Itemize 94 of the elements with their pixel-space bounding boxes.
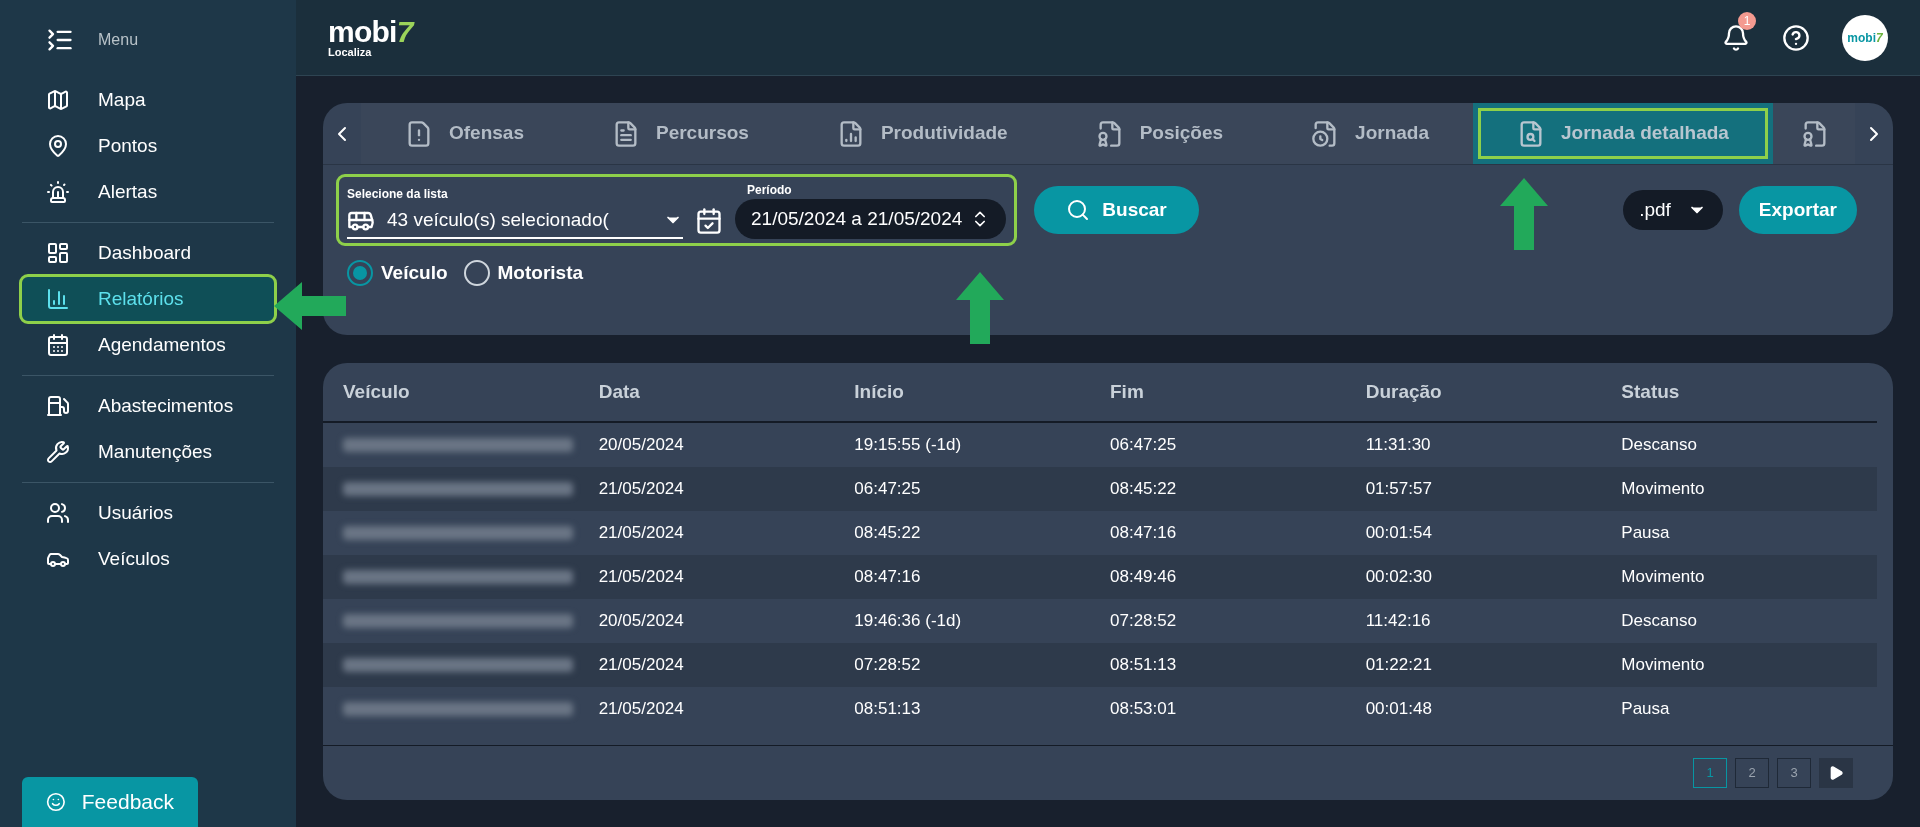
help-icon[interactable] bbox=[1782, 23, 1810, 52]
table-cell-text: 20/05/2024 bbox=[598, 610, 685, 633]
table-cell-text: 08:47:16 bbox=[1110, 522, 1178, 545]
column-header: Data bbox=[598, 379, 641, 404]
table-cell-text: 07:28:52 bbox=[854, 654, 922, 677]
table-cell-text: Movimento bbox=[1621, 566, 1706, 589]
sidebar-item[interactable]: Veículos bbox=[22, 537, 274, 581]
sidebar-item[interactable]: Dashboard bbox=[22, 231, 274, 275]
table-cell-text: 07:28:52 bbox=[1110, 610, 1178, 633]
report-tab[interactable]: Produtividade bbox=[792, 103, 1052, 164]
table-cell-text: 06:47:25 bbox=[854, 478, 922, 501]
smile-icon bbox=[46, 790, 66, 814]
table-cell-text: 06:47:25 bbox=[1110, 434, 1178, 457]
table-cell-text: 08:45:22 bbox=[854, 522, 922, 545]
menu-label: Menu bbox=[98, 30, 139, 50]
column-header: Duração bbox=[1365, 379, 1443, 404]
report-tab[interactable]: Posições bbox=[1051, 103, 1268, 164]
logo: mobi7 Localiza bbox=[328, 17, 413, 58]
column-header: Início bbox=[854, 379, 905, 404]
sidebar-item[interactable]: Alertas bbox=[22, 170, 274, 214]
column-header: Veículo bbox=[343, 379, 411, 404]
avatar[interactable]: mobi7 bbox=[1842, 14, 1888, 61]
report-tab[interactable]: Ofensas bbox=[361, 103, 568, 164]
table-cell-text: 11:42:16 bbox=[1365, 610, 1432, 633]
feedback-button[interactable]: Feedback bbox=[22, 777, 198, 827]
table-cell-text: 08:51:13 bbox=[854, 698, 922, 721]
sidebar-item[interactable]: Usuários bbox=[22, 491, 274, 535]
radio-option[interactable]: Veículo bbox=[347, 259, 448, 288]
table-cell-text: 21/05/2024 bbox=[598, 654, 685, 677]
table-cell-text: 00:02:30 bbox=[1365, 566, 1433, 589]
table-cell-text: 21/05/2024 bbox=[598, 522, 685, 545]
search-button[interactable]: Buscar bbox=[1034, 186, 1199, 234]
table-cell-text: 19:46:36 (-1d) bbox=[854, 610, 963, 633]
annotation-arrow bbox=[1500, 178, 1548, 250]
sidebar-item[interactable]: Pontos bbox=[22, 124, 274, 168]
calendar-icon bbox=[46, 333, 70, 357]
annotation-arrow bbox=[956, 272, 1004, 344]
play-icon bbox=[1828, 765, 1844, 781]
table-cell-text: Movimento bbox=[1621, 478, 1706, 501]
page-button[interactable]: 3 bbox=[1777, 758, 1811, 788]
vehicle-select-label: Selecione da lista bbox=[347, 186, 449, 203]
sidebar-item[interactable]: Mapa bbox=[22, 78, 274, 122]
table-cell-text: 08:51:13 bbox=[1110, 654, 1178, 677]
dashboard-icon bbox=[46, 241, 70, 265]
bar-chart-icon bbox=[46, 287, 70, 311]
annotation-arrow bbox=[274, 282, 346, 330]
table-cell-text: 21/05/2024 bbox=[598, 478, 685, 501]
column-header: Status bbox=[1621, 379, 1681, 404]
report-tab[interactable]: Jornada bbox=[1267, 103, 1473, 164]
table-cell-text: 11:31:30 bbox=[1365, 434, 1432, 457]
format-select[interactable]: .pdf bbox=[1623, 190, 1723, 230]
table-cell-text: Pausa bbox=[1621, 522, 1671, 545]
map-pin-icon bbox=[46, 134, 70, 158]
fuel-pump-icon bbox=[46, 394, 70, 418]
document-badge-icon[interactable] bbox=[1800, 119, 1829, 148]
report-tab[interactable]: Percursos bbox=[568, 103, 793, 164]
document-badge-icon bbox=[1095, 119, 1124, 148]
radio-option[interactable]: Motorista bbox=[463, 259, 584, 288]
table-cell-text: 08:45:22 bbox=[1110, 478, 1178, 501]
table-cell-text: 19:15:55 (-1d) bbox=[854, 434, 963, 457]
map-icon bbox=[46, 88, 70, 112]
menu-icon[interactable] bbox=[46, 26, 74, 54]
column-header: Fim bbox=[1110, 379, 1145, 404]
sidebar-item[interactable]: Manutenções bbox=[22, 430, 274, 474]
wrench-icon bbox=[46, 440, 70, 464]
sidebar-item[interactable]: Agendamentos bbox=[22, 323, 274, 367]
calendar-icon[interactable] bbox=[695, 207, 723, 235]
table-cell-text: 00:01:54 bbox=[1365, 522, 1433, 545]
siren-icon bbox=[46, 180, 70, 204]
period-label: Período bbox=[746, 182, 793, 199]
table-cell-text: 20/05/2024 bbox=[598, 434, 685, 457]
table-cell-text: Pausa bbox=[1621, 698, 1671, 721]
vehicle-select[interactable]: 43 veículo(s) selecionado( bbox=[347, 203, 683, 239]
table-cell-text: 21/05/2024 bbox=[598, 566, 685, 589]
table-cell-text: 01:22:21 bbox=[1365, 654, 1433, 677]
table-cell-text: 01:57:57 bbox=[1365, 478, 1433, 501]
period-field[interactable]: 21/05/2024 a 21/05/2024 bbox=[735, 199, 1007, 239]
notification-count: 1 bbox=[1738, 11, 1756, 30]
table-cell-text: Descanso bbox=[1621, 434, 1698, 457]
notification-bell-icon[interactable] bbox=[1722, 23, 1750, 52]
table-cell-text: 08:49:46 bbox=[1110, 566, 1178, 589]
sidebar-item[interactable]: Relatórios bbox=[22, 277, 274, 321]
table-cell-text: 00:01:48 bbox=[1365, 698, 1433, 721]
users-icon bbox=[46, 501, 70, 525]
sidebar-item[interactable]: Abastecimentos bbox=[22, 384, 274, 428]
table-cell-text: Movimento bbox=[1621, 654, 1706, 677]
search-icon bbox=[1066, 198, 1091, 222]
table-cell-text: 21/05/2024 bbox=[598, 698, 685, 721]
next-page-button[interactable] bbox=[1819, 758, 1853, 788]
export-button[interactable]: Exportar bbox=[1738, 186, 1857, 234]
table-cell-text: 08:53:01 bbox=[1110, 698, 1178, 721]
table-cell-text: 08:47:16 bbox=[854, 566, 922, 589]
page-button[interactable]: 2 bbox=[1735, 758, 1769, 788]
table-cell-text: Descanso bbox=[1621, 610, 1698, 633]
